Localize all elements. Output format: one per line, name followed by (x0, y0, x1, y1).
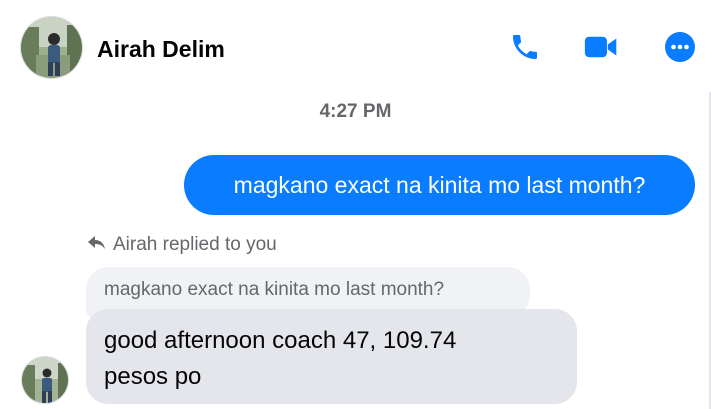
outgoing-message-bubble[interactable]: magkano exact na kinita mo last month? (184, 155, 695, 215)
phone-icon[interactable] (508, 30, 542, 64)
video-camera-icon[interactable] (584, 30, 618, 64)
more-options-icon[interactable] (663, 30, 697, 64)
outgoing-message-text: magkano exact na kinita mo last month? (233, 171, 646, 198)
reply-label-text: Airah replied to you (113, 234, 277, 255)
contact-name[interactable]: Airah Delim (97, 36, 225, 63)
reply-indicator: Airah replied to you (88, 234, 277, 256)
incoming-message-line-2: pesos po (104, 363, 202, 390)
message-timestamp: 4:27 PM (319, 101, 392, 122)
reply-arrow-icon (88, 234, 106, 256)
quoted-message-text: magkano exact na kinita mo last month? (104, 279, 445, 300)
incoming-message-bubble[interactable]: good afternoon coach 47, 109.74 pesos po (86, 309, 577, 404)
chat-header: Airah Delim (0, 0, 711, 92)
sender-avatar[interactable] (21, 356, 69, 404)
incoming-message-line-1: good afternoon coach 47, 109.74 (104, 327, 457, 354)
contact-avatar[interactable] (20, 16, 83, 79)
